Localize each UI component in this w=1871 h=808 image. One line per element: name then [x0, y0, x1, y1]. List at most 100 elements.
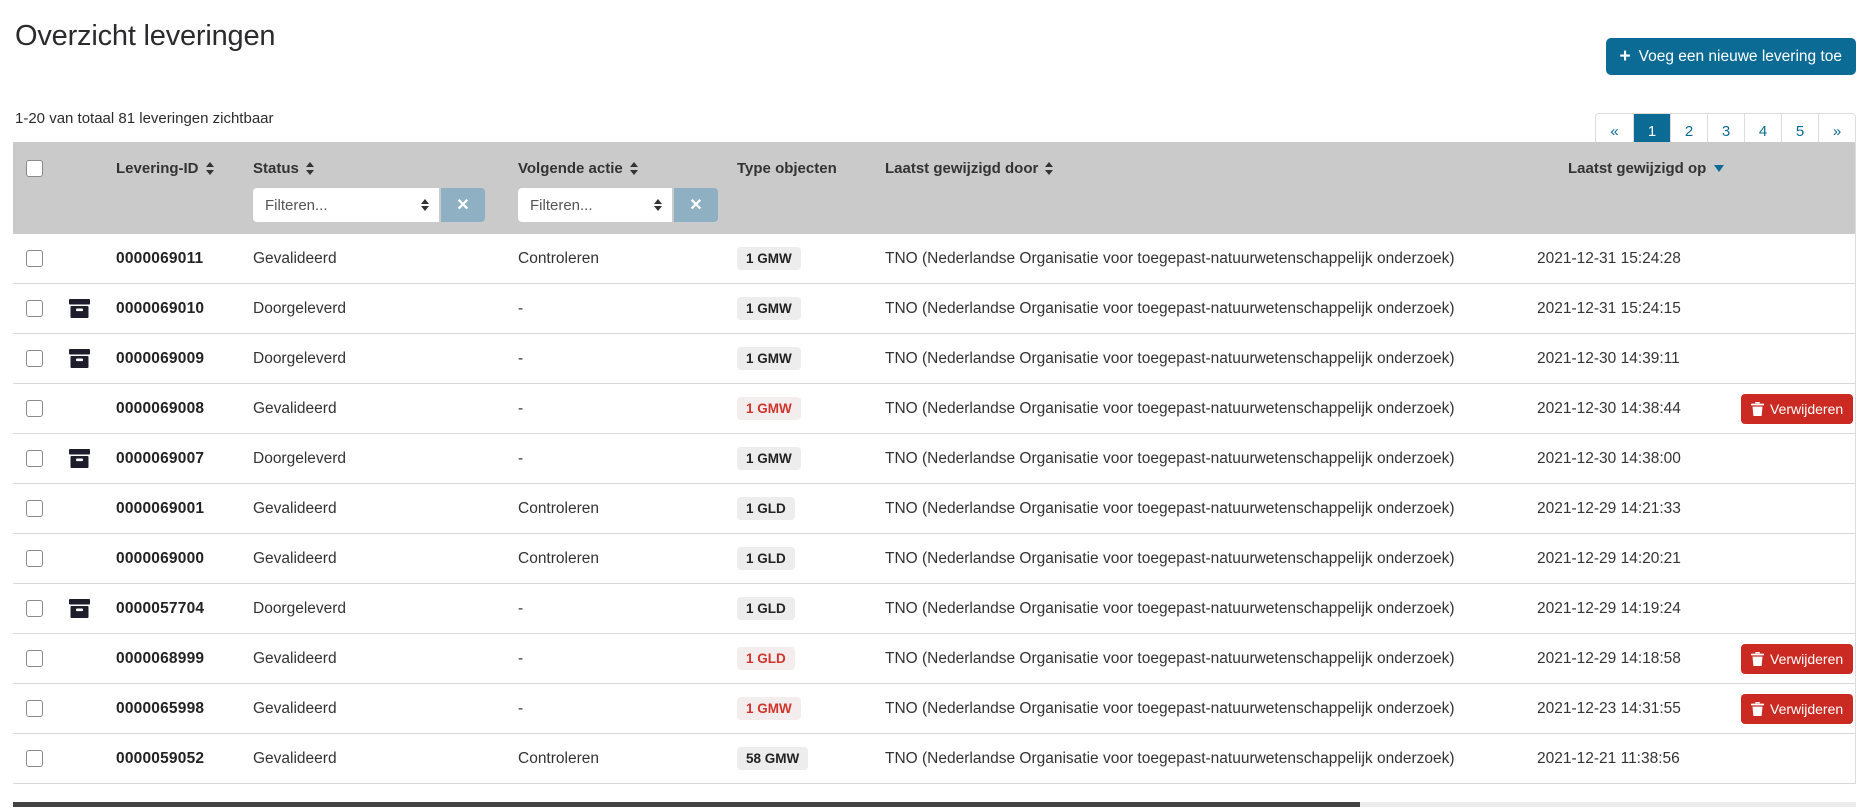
volgende-actie-filter-clear-button[interactable]: ✕ [674, 188, 718, 222]
volgende-actie-cell: Controleren [518, 500, 737, 518]
column-header-laatst-gewijzigd-door[interactable]: Laatst gewijzigd door [885, 160, 1537, 177]
page-title: Overzicht leveringen [15, 20, 1856, 53]
trash-icon [1751, 652, 1764, 666]
archive-icon [69, 349, 90, 368]
levering-id: 0000069000 [103, 550, 253, 568]
delete-button[interactable]: Verwijderen [1741, 694, 1853, 724]
column-header-type-objecten: Type objecten [737, 160, 885, 177]
status-filter-clear-button[interactable]: ✕ [441, 188, 485, 222]
levering-id: 0000069001 [103, 500, 253, 518]
results-summary: 1-20 van totaal 81 leveringen zichtbaar [15, 110, 1856, 127]
levering-id: 0000065998 [103, 700, 253, 718]
levering-id: 0000069011 [103, 250, 253, 268]
type-objecten-badge: 1 GMW [737, 697, 801, 720]
laatst-gewijzigd-op-cell: 2021-12-29 14:19:24 [1537, 600, 1739, 618]
close-icon: ✕ [689, 195, 702, 215]
laatst-gewijzigd-op-cell: 2021-12-29 14:18:58 [1537, 650, 1739, 668]
volgende-actie-cell: Controleren [518, 550, 737, 568]
delete-button[interactable]: Verwijderen [1741, 394, 1853, 424]
row-checkbox[interactable] [26, 750, 43, 767]
table-row: 0000057704 Doorgeleverd - 1 GLD TNO (Ned… [13, 584, 1855, 634]
type-objecten-badge: 58 GMW [737, 747, 808, 770]
laatst-gewijzigd-op-cell: 2021-12-23 14:31:55 [1537, 700, 1739, 718]
archive-icon [69, 599, 90, 618]
column-header-volgende-actie[interactable]: Volgende actie [518, 160, 737, 177]
row-checkbox[interactable] [26, 700, 43, 717]
select-caret-icon [421, 199, 429, 211]
levering-id: 0000069008 [103, 400, 253, 418]
status-cell: Doorgeleverd [253, 600, 518, 618]
status-filter-value: Filteren... [265, 197, 328, 214]
status-filter-select[interactable]: Filteren... [253, 188, 439, 222]
archive-icon [69, 449, 90, 468]
laatst-gewijzigd-door-cell: TNO (Nederlandse Organisatie voor toegep… [885, 600, 1537, 618]
laatst-gewijzigd-op-cell: 2021-12-29 14:20:21 [1537, 550, 1739, 568]
type-objecten-badge: 1 GLD [737, 497, 795, 520]
laatst-gewijzigd-door-cell: TNO (Nederlandse Organisatie voor toegep… [885, 300, 1537, 318]
scrollbar-thumb[interactable] [13, 802, 1360, 807]
levering-id: 0000069009 [103, 350, 253, 368]
status-cell: Gevalideerd [253, 250, 518, 268]
status-cell: Gevalideerd [253, 500, 518, 518]
column-header-status[interactable]: Status [253, 160, 518, 177]
volgende-actie-cell: - [518, 300, 737, 318]
type-objecten-badge: 1 GMW [737, 447, 801, 470]
type-objecten-badge: 1 GMW [737, 247, 801, 270]
laatst-gewijzigd-op-cell: 2021-12-29 14:21:33 [1537, 500, 1739, 518]
type-objecten-badge: 1 GLD [737, 597, 795, 620]
select-caret-icon [654, 199, 662, 211]
close-icon: ✕ [456, 195, 469, 215]
row-checkbox[interactable] [26, 500, 43, 517]
row-checkbox[interactable] [26, 400, 43, 417]
row-checkbox[interactable] [26, 650, 43, 667]
status-cell: Gevalideerd [253, 750, 518, 768]
trash-icon [1751, 702, 1764, 716]
laatst-gewijzigd-op-cell: 2021-12-30 14:39:11 [1537, 350, 1739, 368]
type-objecten-badge: 1 GMW [737, 397, 801, 420]
laatst-gewijzigd-door-cell: TNO (Nederlandse Organisatie voor toegep… [885, 750, 1537, 768]
volgende-actie-cell: - [518, 650, 737, 668]
levering-id: 0000069010 [103, 300, 253, 318]
laatst-gewijzigd-door-cell: TNO (Nederlandse Organisatie voor toegep… [885, 400, 1537, 418]
horizontal-scrollbar[interactable] [13, 802, 1856, 807]
row-checkbox[interactable] [26, 550, 43, 567]
laatst-gewijzigd-door-cell: TNO (Nederlandse Organisatie voor toegep… [885, 500, 1537, 518]
row-checkbox[interactable] [26, 450, 43, 467]
sort-icon [630, 162, 638, 175]
add-delivery-button[interactable]: + Voeg een nieuwe levering toe [1606, 38, 1857, 75]
sort-icon [1045, 162, 1053, 175]
archive-icon [69, 299, 90, 318]
row-checkbox[interactable] [26, 300, 43, 317]
table-header: Levering-ID Status Volgende actie Type o… [13, 142, 1855, 234]
volgende-actie-cell: - [518, 400, 737, 418]
status-cell: Doorgeleverd [253, 350, 518, 368]
trash-icon [1751, 402, 1764, 416]
deliveries-table: Levering-ID Status Volgende actie Type o… [13, 142, 1856, 784]
volgende-actie-cell: - [518, 350, 737, 368]
table-row: 0000069001 Gevalideerd Controleren 1 GLD… [13, 484, 1855, 534]
laatst-gewijzigd-op-cell: 2021-12-31 15:24:15 [1537, 300, 1739, 318]
volgende-actie-cell: - [518, 700, 737, 718]
column-header-levering-id[interactable]: Levering-ID [103, 160, 253, 177]
row-checkbox[interactable] [26, 350, 43, 367]
column-header-laatst-gewijzigd-op[interactable]: Laatst gewijzigd op [1537, 160, 1739, 177]
sort-icon [206, 162, 214, 175]
type-objecten-badge: 1 GMW [737, 297, 801, 320]
laatst-gewijzigd-door-cell: TNO (Nederlandse Organisatie voor toegep… [885, 350, 1537, 368]
levering-id: 0000068999 [103, 650, 253, 668]
delete-button[interactable]: Verwijderen [1741, 644, 1853, 674]
laatst-gewijzigd-door-cell: TNO (Nederlandse Organisatie voor toegep… [885, 550, 1537, 568]
volgende-actie-filter-select[interactable]: Filteren... [518, 188, 672, 222]
levering-id: 0000057704 [103, 600, 253, 618]
type-objecten-badge: 1 GMW [737, 347, 801, 370]
plus-icon: + [1620, 47, 1631, 66]
laatst-gewijzigd-door-cell: TNO (Nederlandse Organisatie voor toegep… [885, 250, 1537, 268]
volgende-actie-cell: Controleren [518, 750, 737, 768]
table-row: 0000059052 Gevalideerd Controleren 58 GM… [13, 734, 1855, 784]
row-checkbox[interactable] [26, 600, 43, 617]
select-all-checkbox[interactable] [26, 160, 43, 177]
table-row: 0000069010 Doorgeleverd - 1 GMW TNO (Ned… [13, 284, 1855, 334]
status-cell: Gevalideerd [253, 550, 518, 568]
table-row: 0000069009 Doorgeleverd - 1 GMW TNO (Ned… [13, 334, 1855, 384]
row-checkbox[interactable] [26, 250, 43, 267]
